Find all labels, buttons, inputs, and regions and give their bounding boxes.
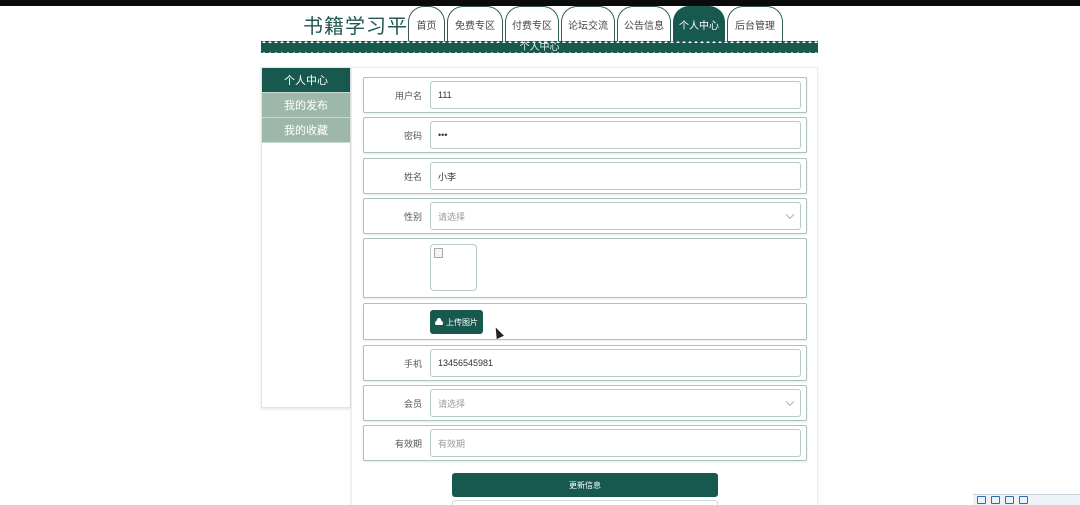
nav-tab-paid[interactable]: 付费专区 bbox=[505, 6, 559, 42]
nav-tab-admin[interactable]: 后台管理 bbox=[727, 6, 783, 42]
nav-tab-home[interactable]: 首页 bbox=[408, 6, 445, 42]
member-select-value: 请选择 bbox=[438, 398, 466, 409]
nav-tab-personal-center[interactable]: 个人中心 bbox=[673, 6, 725, 42]
upload-image-button[interactable]: 上传图片 bbox=[430, 310, 483, 334]
name-row: 姓名 小李 bbox=[363, 158, 807, 194]
keyboard-icon bbox=[991, 496, 1000, 504]
avatar-preview bbox=[430, 244, 477, 291]
tools-icon bbox=[1019, 496, 1028, 504]
upload-image-label: 上传图片 bbox=[446, 317, 478, 327]
input-method-icon bbox=[977, 496, 986, 504]
username-label: 用户名 bbox=[394, 90, 422, 101]
name-input[interactable]: 小李 bbox=[430, 162, 801, 190]
sidebar: 个人中心 我的发布 我的收藏 bbox=[261, 67, 351, 408]
username-row: 用户名 111 bbox=[363, 77, 807, 113]
update-info-button[interactable]: 更新信息 bbox=[452, 473, 718, 497]
secondary-button-edge bbox=[452, 500, 718, 505]
page-banner: 个人中心 bbox=[261, 40, 818, 54]
password-row: 密码 ••• bbox=[363, 117, 807, 153]
nav-tab-notice[interactable]: 公告信息 bbox=[617, 6, 671, 42]
gender-label: 性别 bbox=[403, 211, 422, 222]
sidebar-item-my-favorites[interactable]: 我的收藏 bbox=[262, 118, 350, 143]
member-select[interactable]: 请选择 bbox=[430, 389, 801, 417]
nav-tab-free[interactable]: 免费专区 bbox=[447, 6, 503, 42]
name-label: 姓名 bbox=[403, 171, 422, 182]
broken-image-icon bbox=[434, 248, 443, 258]
password-label: 密码 bbox=[403, 130, 422, 141]
nav-tab-forum[interactable]: 论坛交流 bbox=[561, 6, 615, 42]
validity-label: 有效期 bbox=[394, 438, 422, 449]
cloud-upload-icon bbox=[435, 317, 443, 325]
validity-row: 有效期 有效期 bbox=[363, 425, 807, 461]
phone-label: 手机 bbox=[403, 358, 422, 369]
avatar-row bbox=[363, 238, 807, 298]
chevron-down-icon bbox=[785, 210, 795, 220]
chevron-down-icon bbox=[785, 397, 795, 407]
password-input[interactable]: ••• bbox=[430, 121, 801, 149]
settings-icon bbox=[1005, 496, 1014, 504]
gender-select-value: 请选择 bbox=[438, 211, 466, 222]
gender-row: 性别 请选择 bbox=[363, 198, 807, 234]
validity-date-input[interactable]: 有效期 bbox=[430, 429, 801, 457]
phone-input[interactable]: 13456545981 bbox=[430, 349, 801, 377]
sidebar-item-my-posts[interactable]: 我的发布 bbox=[262, 93, 350, 118]
member-row: 会员 请选择 bbox=[363, 385, 807, 421]
member-label: 会员 bbox=[403, 398, 422, 409]
phone-row: 手机 13456545981 bbox=[363, 345, 807, 381]
gender-select[interactable]: 请选择 bbox=[430, 202, 801, 230]
sidebar-item-personal-center[interactable]: 个人中心 bbox=[262, 68, 350, 93]
banner-title: 个人中心 bbox=[519, 42, 560, 53]
system-tray bbox=[973, 494, 1080, 505]
upload-row: 上传图片 bbox=[363, 303, 807, 340]
username-input[interactable]: 111 bbox=[430, 81, 801, 109]
